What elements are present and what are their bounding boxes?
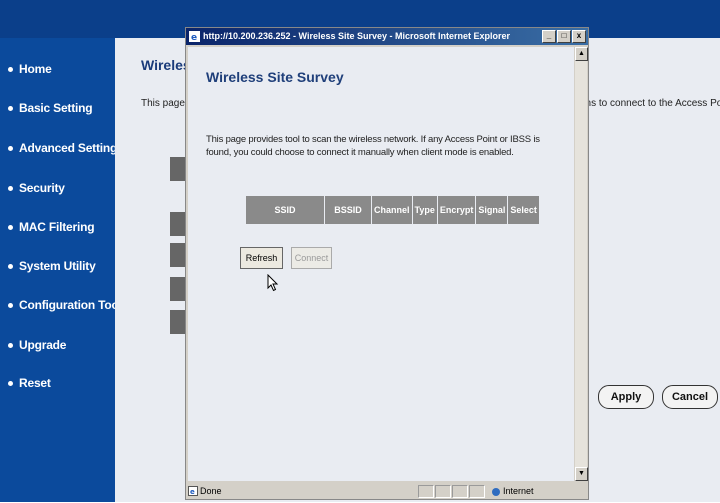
security-zone-label: Internet [503,486,534,496]
scroll-down-arrow-icon[interactable]: ▼ [575,467,588,481]
sidebar-item-system-utility[interactable]: System Utility [8,259,96,273]
column-header-channel: Channel [372,196,412,224]
sidebar-item-mac-filtering[interactable]: MAC Filtering [8,220,95,234]
vertical-scrollbar[interactable]: ▲ ▼ [575,47,588,481]
status-panel [452,485,468,498]
sidebar-item-label: Upgrade [19,338,67,352]
bullet-icon [8,343,13,349]
status-panels [418,485,486,503]
bullet-icon [8,225,13,231]
background-block [170,212,186,236]
connect-button[interactable]: Connect [291,247,332,269]
sidebar-item-upgrade[interactable]: Upgrade [8,338,66,352]
mouse-pointer-icon [267,274,279,292]
popup-description: This page provides tool to scan the wire… [206,134,540,158]
sidebar-item-label: System Utility [19,259,96,273]
page-description-tail: ons to connect to the Access Point. [580,98,720,109]
sidebar-item-home[interactable]: Home [8,62,52,76]
sidebar-item-label: Reset [19,376,51,390]
sidebar-item-label: Advanced Setting [19,141,118,155]
bullet-icon [8,146,13,152]
globe-icon [492,487,500,496]
column-header-encrypt: Encrypt [437,196,476,224]
sidebar-item-label: Configuration Tool [19,298,122,312]
sidebar-item-advanced-setting[interactable]: Advanced Setting [8,141,117,155]
close-button[interactable]: x [572,30,586,43]
background-block [170,310,186,334]
sidebar-item-basic-setting[interactable]: Basic Setting [8,101,93,115]
background-block [170,157,186,181]
site-survey-window: e http://10.200.236.252 - Wireless Site S… [185,27,589,500]
status-panel [418,485,434,498]
window-controls: _ □ x [541,30,586,45]
popup-title: Wireless Site Survey [206,69,344,85]
status-panel [469,485,485,498]
column-header-ssid: SSID [246,196,324,224]
status-bar: e Done Internet [186,483,588,499]
sidebar-item-label: Security [19,181,65,195]
column-header-signal: Signal [476,196,508,224]
security-zone: Internet [492,483,534,499]
background-block [170,243,186,267]
cancel-button[interactable]: Cancel [662,385,718,409]
apply-button[interactable]: Apply [598,385,654,409]
background-block [170,277,186,301]
maximize-button[interactable]: □ [557,30,571,43]
window-title: http://10.200.236.252 - Wireless Site Su… [203,31,511,41]
svg-text:e: e [190,488,195,496]
table-header-row: SSID BSSID Channel Type Encrypt Signal S… [246,196,539,224]
bullet-icon [8,381,13,387]
sidebar-item-security[interactable]: Security [8,181,65,195]
sidebar-item-label: Home [19,62,52,76]
column-header-type: Type [412,196,437,224]
column-header-bssid: BSSID [325,196,371,224]
refresh-button[interactable]: Refresh [240,247,283,269]
column-header-select: Select [508,196,539,224]
bullet-icon [8,186,13,192]
status-panel [435,485,451,498]
sidebar-item-label: Basic Setting [19,101,93,115]
bullet-icon [8,264,13,270]
bullet-icon [8,303,13,309]
ie-icon: e [189,31,200,43]
site-survey-table: SSID BSSID Channel Type Encrypt Signal S… [245,195,540,225]
bullet-icon [8,67,13,73]
svg-text:e: e [191,33,197,42]
minimize-button[interactable]: _ [542,30,556,43]
page-done-icon: e [188,486,198,496]
popup-page: Wireless Site Survey This page provides … [188,47,574,481]
bullet-icon [8,106,13,112]
sidebar-item-label: MAC Filtering [19,220,95,234]
sidebar-item-reset[interactable]: Reset [8,376,51,390]
sidebar-item-configuration-tool[interactable]: Configuration Tool [8,298,122,312]
scroll-up-arrow-icon[interactable]: ▲ [575,47,588,61]
status-text: Done [200,486,222,496]
window-titlebar[interactable]: e http://10.200.236.252 - Wireless Site S… [186,28,588,45]
